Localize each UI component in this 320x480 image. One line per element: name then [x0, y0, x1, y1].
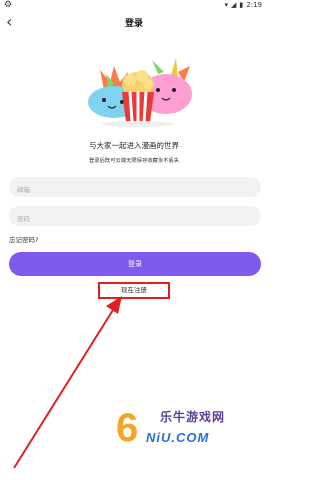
battery-icon: ▮: [239, 1, 244, 9]
subtext: 登录后既可云端无限保存收藏永不丢失: [88, 158, 180, 164]
login-button[interactable]: 登录: [9, 252, 261, 276]
status-icons: ▾ ◢ ▮ 2:19: [225, 1, 263, 9]
email-field[interactable]: [9, 177, 261, 200]
settings-icon: ⚙: [4, 0, 13, 10]
status-bar: ⚙ ▾ ◢ ▮ 2:19: [0, 0, 268, 12]
status-time: 2:19: [246, 1, 262, 9]
register-link[interactable]: 现在注册: [98, 282, 170, 299]
watermark-domain: NiU.COM: [146, 430, 210, 445]
watermark-number: 6: [116, 406, 139, 450]
wifi-icon: ▾: [224, 1, 229, 9]
watermark-logo: 6 乐牛游戏网 NiU.COM: [116, 404, 256, 456]
password-input[interactable]: [13, 209, 247, 229]
tagline: 与大家一起进入漫画的世界: [89, 141, 179, 150]
mascot-illustration: [88, 58, 192, 127]
header: ‹ 登录: [0, 12, 268, 34]
forgot-password-link[interactable]: 忘记密码?: [9, 234, 38, 244]
password-field[interactable]: [9, 206, 261, 229]
watermark-text: 乐牛游戏网: [160, 410, 226, 424]
email-input[interactable]: [13, 180, 247, 200]
page-title: 登录: [124, 19, 143, 29]
signal-icon: ◢: [231, 1, 237, 9]
